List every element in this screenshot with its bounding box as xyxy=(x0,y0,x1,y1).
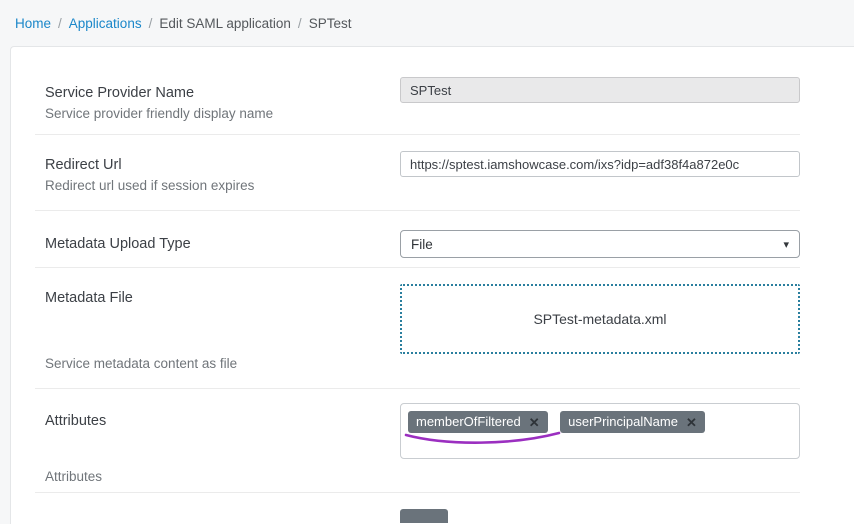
close-icon[interactable]: ✕ xyxy=(686,416,697,429)
annotation-underline xyxy=(403,431,563,449)
redirect-url-input[interactable] xyxy=(400,151,800,177)
row-metadata-upload-type: Metadata Upload Type File ▾ xyxy=(35,211,800,268)
metadata-file-name: SPTest-metadata.xml xyxy=(533,311,666,327)
row-attributes: Attributes Attributes memberOfFiltered ✕… xyxy=(35,389,800,493)
attribute-chip[interactable]: memberOfFiltered ✕ xyxy=(408,411,548,433)
breadcrumb-link-home[interactable]: Home xyxy=(15,16,51,31)
service-provider-name-input[interactable] xyxy=(400,77,800,103)
breadcrumb: Home / Applications / Edit SAML applicat… xyxy=(0,0,854,46)
attribute-chip-partial[interactable] xyxy=(400,509,448,523)
row-redirect-url: Redirect Url Redirect url used if sessio… xyxy=(35,135,800,211)
attributes-tag-box[interactable]: memberOfFiltered ✕ userPrincipalName ✕ xyxy=(400,403,800,459)
metadata-file-dropzone[interactable]: SPTest-metadata.xml xyxy=(400,284,800,354)
metadata-upload-type-select[interactable]: File ▾ xyxy=(400,230,800,258)
redirect-url-help: Redirect url used if session expires xyxy=(45,178,400,193)
row-metadata-file: Metadata File Service metadata content a… xyxy=(35,268,800,389)
attributes-help: Attributes xyxy=(45,469,102,484)
breadcrumb-separator: / xyxy=(149,16,153,31)
attribute-chip-label: memberOfFiltered xyxy=(416,415,521,429)
breadcrumb-item-sptest: SPTest xyxy=(309,16,352,31)
attributes-label: Attributes xyxy=(45,413,400,429)
breadcrumb-link-applications[interactable]: Applications xyxy=(69,16,142,31)
row-next-partial xyxy=(35,493,800,521)
breadcrumb-separator: / xyxy=(298,16,302,31)
redirect-url-label: Redirect Url xyxy=(45,157,400,173)
service-provider-name-help: Service provider friendly display name xyxy=(45,106,400,121)
attribute-chip[interactable]: userPrincipalName ✕ xyxy=(560,411,705,433)
metadata-upload-type-value: File xyxy=(411,237,433,252)
breadcrumb-item-edit-saml-application: Edit SAML application xyxy=(159,16,291,31)
service-provider-name-label: Service Provider Name xyxy=(45,85,400,101)
metadata-file-help: Service metadata content as file xyxy=(45,356,237,371)
close-icon[interactable]: ✕ xyxy=(529,416,540,429)
metadata-upload-type-label: Metadata Upload Type xyxy=(45,236,400,252)
breadcrumb-separator: / xyxy=(58,16,62,31)
chevron-down-icon: ▾ xyxy=(783,238,789,251)
metadata-file-label: Metadata File xyxy=(45,290,400,306)
attribute-chip-label: userPrincipalName xyxy=(568,415,678,429)
row-service-provider-name: Service Provider Name Service provider f… xyxy=(35,47,800,135)
edit-saml-application-card: Service Provider Name Service provider f… xyxy=(10,46,854,524)
